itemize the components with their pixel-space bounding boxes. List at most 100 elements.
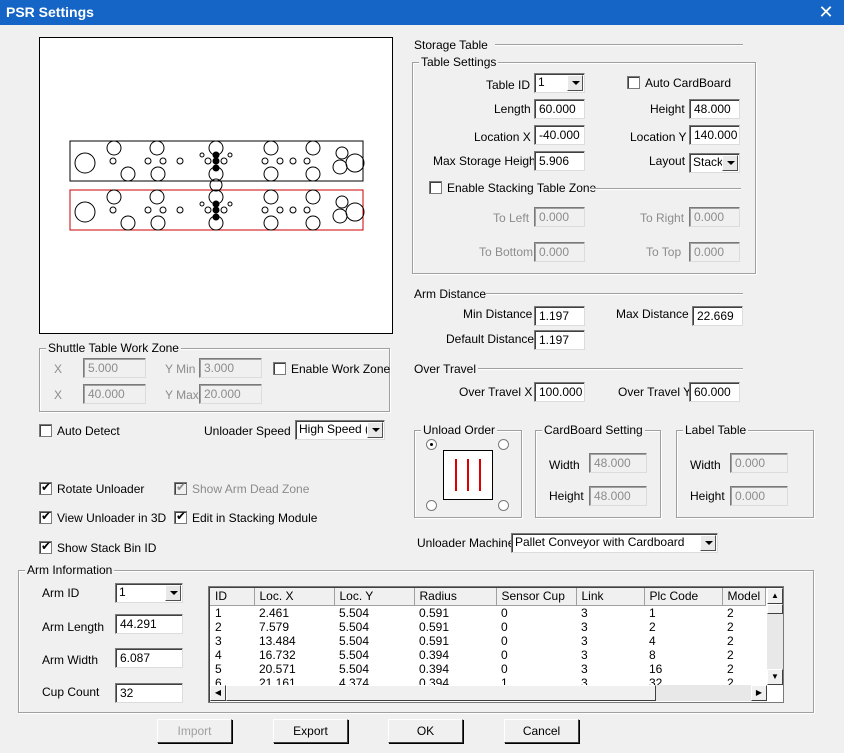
cup-mark [109, 206, 117, 214]
table-row[interactable]: 1 2.461 5.504 0.591 0 3 1 2 [210, 605, 766, 620]
horizontal-scroll-thumb[interactable] [226, 685, 656, 701]
chevron-down-icon[interactable] [722, 155, 738, 171]
table-row[interactable]: 3 13.484 5.504 0.591 0 3 4 2 [210, 633, 766, 648]
unload-order-bottom-right-radio[interactable] [498, 500, 509, 511]
arm-length-label: Arm Length [42, 620, 105, 634]
auto-cardboard-checkbox[interactable] [627, 76, 640, 89]
chevron-down-icon[interactable] [367, 422, 383, 438]
table-cell: 3 [576, 661, 644, 676]
scroll-down-icon[interactable]: ▼ [767, 669, 783, 685]
table-cell: 0 [496, 661, 576, 676]
table-id-select[interactable]: 1 [534, 73, 585, 93]
location-y-field[interactable]: 140.000 [689, 125, 740, 145]
to-top-label: To Top [646, 245, 682, 259]
min-distance-field[interactable]: 1.197 [534, 306, 585, 326]
location-x-field[interactable]: -40.000 [534, 125, 585, 145]
column-header[interactable]: Model [722, 588, 767, 606]
to-left-field[interactable]: 0.000 [534, 207, 585, 227]
enable-work-zone-checkbox[interactable] [273, 362, 286, 375]
over-travel-y-field[interactable]: 60.000 [689, 382, 740, 402]
shuttle-x1-field[interactable]: 5.000 [83, 358, 146, 378]
scroll-right-icon[interactable]: ▶ [751, 685, 767, 701]
close-icon[interactable]: ✕ [816, 2, 836, 22]
shuttle-x2-field[interactable]: 40.000 [83, 384, 146, 404]
column-header[interactable]: Sensor Cup [496, 588, 577, 606]
shuttle-ymin-field[interactable]: 3.000 [199, 358, 262, 378]
length-field[interactable]: 60.000 [534, 99, 585, 119]
auto-detect-label: Auto Detect [57, 424, 120, 438]
unloader-speed-select[interactable]: High Speed (F [295, 420, 385, 440]
layout-preview[interactable] [39, 37, 393, 334]
unload-order-bottom-left-radio[interactable] [426, 500, 437, 511]
table-header-row: ID Loc. X Loc. Y Radius Sensor Cup Link Plc Co… [210, 588, 767, 606]
rotate-unloader-checkbox[interactable] [39, 480, 52, 495]
chevron-down-icon[interactable] [165, 585, 181, 601]
chevron-down-icon[interactable] [567, 75, 583, 91]
column-header[interactable]: Link [576, 588, 645, 606]
unload-order-top-left-radio[interactable] [426, 439, 437, 450]
column-header[interactable]: Loc. Y [334, 588, 415, 606]
default-distance-field[interactable]: 1.197 [534, 330, 585, 350]
cup-mark [74, 152, 96, 174]
max-distance-field[interactable]: 22.669 [692, 306, 743, 326]
location-y-label: Location Y [630, 130, 687, 144]
unload-order-top-right-radio[interactable] [498, 439, 509, 450]
shuttle-ymax-field[interactable]: 20.000 [199, 384, 262, 404]
import-button[interactable]: Import [157, 719, 232, 743]
auto-detect-checkbox[interactable] [39, 424, 52, 437]
table-cell: 0 [496, 633, 576, 648]
table-cell: 2 [722, 633, 766, 648]
table-row[interactable]: 4 16.732 5.504 0.394 0 3 8 2 [210, 647, 766, 662]
table-cell: 0.394 [414, 647, 496, 662]
table-cell: 3 [576, 605, 644, 620]
show-arm-dead-zone-checkbox[interactable] [174, 480, 187, 495]
column-header[interactable]: ID [210, 588, 255, 606]
view-unloader-3d-checkbox[interactable] [39, 509, 52, 524]
vertical-scroll-thumb[interactable] [767, 604, 783, 614]
cup-mark [227, 152, 233, 158]
table-settings-title: Table Settings [419, 55, 499, 69]
to-right-field[interactable]: 0.000 [689, 207, 740, 227]
table-cell: 1 [644, 605, 722, 620]
unloader-machine-select[interactable]: Pallet Conveyor with Cardboard [511, 533, 718, 553]
cup-count-field[interactable]: 32 [115, 683, 183, 703]
cup-table[interactable]: ID Loc. X Loc. Y Radius Sensor Cup Link Plc Co… [208, 586, 784, 703]
column-header[interactable]: Plc Code [644, 588, 723, 606]
shuttle-ymin-label: Y Min [165, 362, 196, 376]
enable-work-zone-label: Enable Work Zone [291, 362, 391, 376]
over-travel-x-field[interactable]: 100.000 [534, 382, 585, 402]
edit-stacking-checkbox[interactable] [174, 509, 187, 524]
show-stack-bin-checkbox[interactable] [39, 539, 52, 554]
enable-stacking-checkbox[interactable] [429, 181, 442, 194]
table-cell: 0.394 [414, 661, 496, 676]
scroll-left-icon[interactable]: ◀ [210, 685, 226, 701]
cup-count-label: Cup Count [42, 685, 100, 699]
cardboard-height-field[interactable]: 48.000 [589, 486, 647, 506]
export-button[interactable]: Export [273, 719, 348, 743]
table-row[interactable]: 2 7.579 5.504 0.591 0 3 2 2 [210, 619, 766, 634]
column-header[interactable]: Radius [414, 588, 497, 606]
cancel-button[interactable]: Cancel [504, 719, 579, 743]
arm-length-field[interactable]: 44.291 [115, 614, 183, 634]
chevron-down-icon[interactable] [700, 535, 716, 551]
arm-width-field[interactable]: 6.087 [115, 648, 183, 668]
label-height-field[interactable]: 0.000 [730, 486, 788, 506]
ok-button[interactable]: OK [388, 719, 463, 743]
table-row[interactable]: 5 20.571 5.504 0.394 0 3 16 2 [210, 661, 766, 676]
height-field[interactable]: 48.000 [689, 99, 740, 119]
scroll-up-icon[interactable]: ▲ [767, 588, 783, 604]
cardboard-width-field[interactable]: 48.000 [589, 453, 647, 473]
label-width-field[interactable]: 0.000 [730, 453, 788, 473]
vertical-scrollbar[interactable]: ▲ ▼ [767, 588, 783, 685]
column-header[interactable]: Loc. X [254, 588, 335, 606]
cup-mark [204, 206, 212, 214]
table-cell: 0 [496, 647, 576, 662]
to-bottom-field[interactable]: 0.000 [534, 242, 585, 262]
layout-select[interactable]: Stack [689, 153, 740, 173]
horizontal-scrollbar[interactable]: ◀ ▶ [210, 685, 767, 701]
cup-grid[interactable]: ID Loc. X Loc. Y Radius Sensor Cup Link Plc Co… [210, 588, 767, 690]
to-top-field[interactable]: 0.000 [689, 242, 740, 262]
max-storage-height-field[interactable]: 5.906 [534, 151, 585, 171]
arm-id-select[interactable]: 1 [115, 583, 183, 603]
cardboard-height-label: Height [549, 489, 584, 503]
